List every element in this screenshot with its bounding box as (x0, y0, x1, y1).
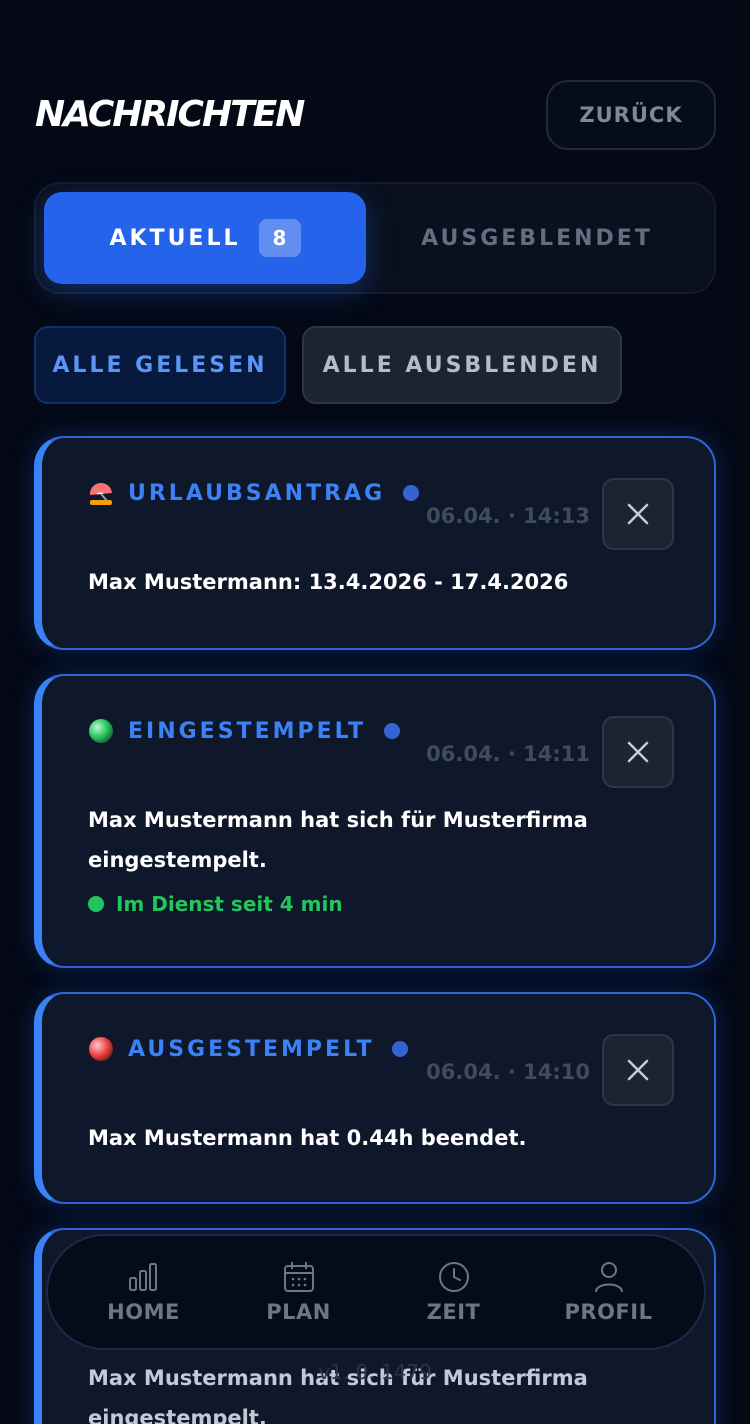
notification-header: EINGESTEMPELT (88, 718, 401, 744)
unread-count-badge: 8 (258, 219, 301, 257)
notification-card[interactable]: URLAUBSANTRAG 06.04. · 14:13 Max Musterm… (34, 436, 716, 650)
beach-umbrella-icon (89, 482, 112, 505)
close-icon (627, 741, 649, 763)
tab-hidden[interactable]: AUSGEBLENDET (366, 192, 708, 284)
calendar-icon (283, 1262, 314, 1292)
unread-indicator (403, 485, 420, 501)
dismiss-button[interactable] (602, 716, 674, 788)
nav-item-time[interactable]: ZEIT (394, 1260, 514, 1324)
notification-header: URLAUBSANTRAG (88, 480, 420, 506)
tab-current[interactable]: AKTUELL 8 (44, 192, 366, 284)
red-circle-icon (89, 1037, 113, 1061)
notification-title: EINGESTEMPELT (128, 718, 367, 744)
unread-indicator (384, 723, 401, 739)
nav-item-home[interactable]: HOME (84, 1260, 204, 1324)
nav-label: HOME (107, 1300, 180, 1324)
notification-header: AUSGESTEMPELT (88, 1036, 409, 1062)
bar-chart-icon (128, 1263, 157, 1291)
dismiss-button[interactable] (602, 1034, 674, 1106)
nav-label: PLAN (266, 1300, 331, 1324)
notification-title: URLAUBSANTRAG (128, 480, 386, 506)
back-button[interactable]: ZURÜCK (546, 80, 716, 150)
clock-icon (438, 1262, 469, 1292)
user-icon (594, 1262, 623, 1293)
notification-time: 06.04. · 14:10 (426, 1060, 590, 1084)
dismiss-button[interactable] (602, 478, 674, 550)
notification-title: AUSGESTEMPELT (128, 1036, 375, 1062)
notifications-page: NACHRICHTEN ZURÜCK AKTUELL 8 AUSGEBLENDE… (0, 0, 750, 1424)
tab-current-label: AKTUELL (109, 225, 241, 251)
notification-time: 06.04. · 14:13 (426, 504, 590, 528)
status-dot (88, 896, 104, 912)
green-circle-icon (89, 719, 113, 743)
status-text: Im Dienst seit 4 min (116, 892, 343, 916)
close-icon (627, 1059, 649, 1081)
tab-bar: AKTUELL 8 AUSGEBLENDET (34, 182, 716, 294)
notification-card[interactable]: AUSGESTEMPELT 06.04. · 14:10 Max Musterm… (34, 992, 716, 1204)
notification-time: 06.04. · 14:11 (426, 742, 590, 766)
page-title: NACHRICHTEN (35, 94, 305, 135)
nav-item-profile[interactable]: PROFIL (549, 1260, 669, 1324)
notification-body: Max Mustermann hat sich für Musterfirma … (88, 808, 588, 872)
nav-label: PROFIL (564, 1300, 653, 1324)
close-icon (627, 503, 649, 525)
notification-card[interactable]: EINGESTEMPELT 06.04. · 14:11 Max Musterm… (34, 674, 716, 968)
hide-all-button[interactable]: ALLE AUSBLENDEN (302, 326, 622, 404)
mark-all-read-button[interactable]: ALLE GELESEN (34, 326, 286, 404)
status-line: Im Dienst seit 4 min (88, 892, 343, 916)
nav-label: ZEIT (426, 1300, 481, 1324)
notification-body: Max Mustermann: 13.4.2026 - 17.4.2026 (88, 570, 569, 594)
bottom-navigation: HOME PLAN ZEIT PROFIL (46, 1234, 706, 1350)
notification-body: Max Mustermann hat 0.44h beendet. (88, 1126, 527, 1150)
nav-item-plan[interactable]: PLAN (239, 1260, 359, 1324)
app-version: v1. 0. 1479 (318, 1360, 432, 1384)
unread-indicator (392, 1041, 409, 1057)
